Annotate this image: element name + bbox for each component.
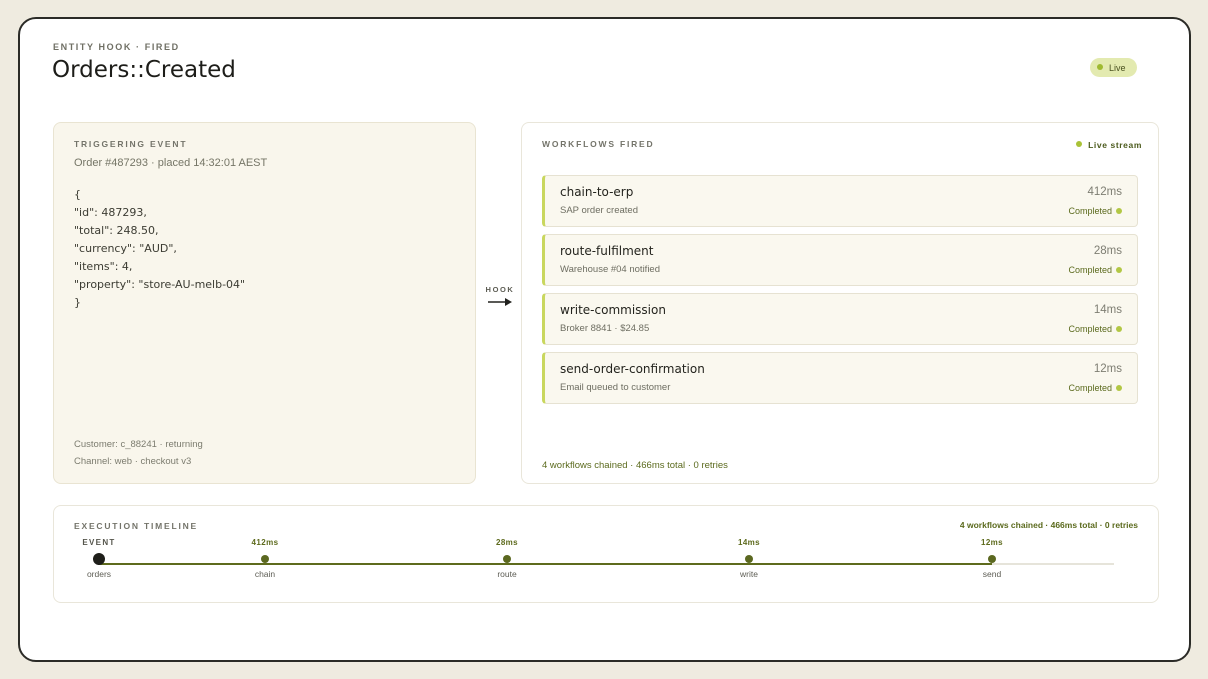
workflow-status-label: Completed: [1068, 265, 1112, 275]
workflows-fired-label: WORKFLOWS FIRED: [542, 139, 655, 149]
live-stream-label: Live stream: [1088, 140, 1142, 150]
live-badge-label: Live: [1109, 62, 1126, 73]
payload-line: "id": 487293,: [74, 206, 147, 219]
timeline-dot-icon: [503, 555, 511, 563]
workflow-item[interactable]: write-commission 14ms Broker 8841 · $24.…: [542, 293, 1138, 345]
timeline-node-top-label: 412ms: [251, 538, 279, 547]
event-payload: { "id": 487293, "total": 248.50, "curren…: [74, 186, 245, 312]
workflow-duration: 28ms: [1093, 245, 1122, 257]
workflow-name: write-commission: [560, 303, 666, 317]
hook-label: HOOK: [485, 285, 515, 294]
channel-info: Channel: web · checkout v3: [74, 456, 192, 467]
workflow-list: chain-to-erp 412ms SAP order created Com…: [542, 175, 1138, 411]
page-title: Orders::Created: [52, 57, 236, 83]
timeline-node-top-label: 14ms: [737, 538, 761, 547]
workflow-status-label: Completed: [1068, 383, 1112, 393]
event-meta: Order #487293 · placed 14:32:01 AEST: [74, 157, 268, 169]
timeline-node-bottom-label: chain: [254, 569, 276, 579]
workflow-name: route-fulfilment: [560, 244, 654, 258]
workflow-item[interactable]: chain-to-erp 412ms SAP order created Com…: [542, 175, 1138, 227]
timeline-dot-icon: [745, 555, 753, 563]
workflow-status: Completed: [1068, 324, 1122, 334]
hook-connector: HOOK: [483, 285, 517, 307]
workflows-fired-card: WORKFLOWS FIRED Live stream chain-to-erp…: [521, 122, 1159, 484]
timeline-node-top-label: 12ms: [980, 538, 1004, 547]
event-footer: Customer: c_88241 · returning Channel: w…: [74, 436, 203, 470]
timeline-node-route[interactable]: 28ms route: [462, 538, 552, 579]
workflows-summary: 4 workflows chained · 466ms total · 0 re…: [542, 460, 728, 471]
timeline-dot-icon: [261, 555, 269, 563]
workflow-description: SAP order created: [560, 205, 638, 216]
workflow-name: send-order-confirmation: [560, 362, 705, 376]
timeline-dot-icon: [93, 553, 105, 565]
status-dot-icon: [1116, 267, 1122, 273]
customer-info: Customer: c_88241 · returning: [74, 439, 203, 450]
status-dot-icon: [1116, 208, 1122, 214]
live-badge[interactable]: Live: [1090, 58, 1137, 77]
timeline-node-bottom-label: route: [497, 569, 517, 579]
timeline-node-write[interactable]: 14ms write: [704, 538, 794, 579]
workflow-status: Completed: [1068, 206, 1122, 216]
workflow-duration: 12ms: [1093, 363, 1122, 375]
timeline-node-bottom-label: send: [982, 569, 1002, 579]
arrow-right-icon: [488, 298, 512, 306]
payload-line: "total": 248.50,: [74, 224, 159, 237]
timeline-node-send[interactable]: 12ms send: [947, 538, 1037, 579]
timeline-node-bottom-label: write: [740, 569, 758, 579]
workflow-description: Warehouse #04 notified: [560, 264, 660, 275]
workflow-status-label: Completed: [1068, 206, 1112, 216]
payload-line: "currency": "AUD",: [74, 242, 177, 255]
timeline-node-event[interactable]: EVENT orders: [54, 538, 144, 579]
execution-timeline-card: EXECUTION TIMELINE 4 workflows chained ·…: [53, 505, 1159, 603]
workflow-description: Email queued to customer: [560, 382, 671, 393]
workflow-status-label: Completed: [1068, 324, 1112, 334]
timeline-node-top-label: EVENT: [82, 538, 116, 547]
status-dot-icon: [1116, 326, 1122, 332]
workflow-description: Broker 8841 · $24.85: [560, 323, 650, 334]
timeline-summary: 4 workflows chained · 466ms total · 0 re…: [959, 520, 1138, 530]
timeline-dot-icon: [988, 555, 996, 563]
workflow-status: Completed: [1068, 265, 1122, 275]
timeline-node-top-label: 28ms: [495, 538, 519, 547]
payload-line: "property": "store-AU-melb-04": [74, 278, 246, 291]
workflow-name: chain-to-erp: [560, 185, 634, 199]
workflow-item[interactable]: route-fulfilment 28ms Warehouse #04 noti…: [542, 234, 1138, 286]
status-dot-icon: [1116, 385, 1122, 391]
live-dot-icon: [1097, 64, 1103, 70]
timeline-node-bottom-label: orders: [86, 569, 112, 579]
workflow-duration: 412ms: [1087, 186, 1122, 198]
page-eyebrow: ENTITY HOOK · FIRED: [53, 42, 180, 52]
triggering-event-label: TRIGGERING EVENT: [74, 139, 188, 149]
workflow-item[interactable]: send-order-confirmation 12ms Email queue…: [542, 352, 1138, 404]
timeline-node-chain[interactable]: 412ms chain: [220, 538, 310, 579]
workflow-status: Completed: [1068, 383, 1122, 393]
payload-line: "items": 4,: [74, 260, 133, 273]
workflow-duration: 14ms: [1093, 304, 1122, 316]
payload-line: {: [74, 188, 81, 201]
live-stream-dot-icon: [1076, 141, 1083, 147]
payload-line: }: [74, 296, 81, 309]
hook-detail-panel: ENTITY HOOK · FIRED Orders::Created Live…: [18, 17, 1191, 662]
execution-timeline-label: EXECUTION TIMELINE: [74, 521, 199, 531]
live-stream-indicator: Live stream: [1076, 140, 1142, 150]
triggering-event-card: TRIGGERING EVENT Order #487293 · placed …: [53, 122, 476, 484]
